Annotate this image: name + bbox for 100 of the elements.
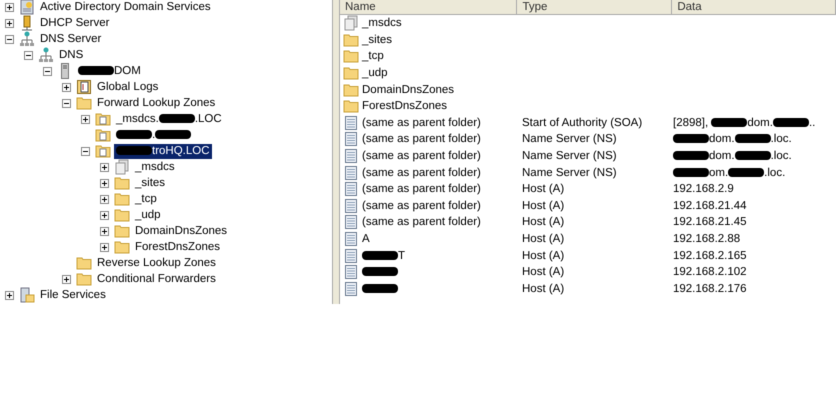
record-data: 192.168.2.9 bbox=[673, 183, 734, 196]
expand-toggle[interactable] bbox=[5, 18, 14, 28]
folder-icon bbox=[114, 239, 130, 255]
expand-toggle[interactable] bbox=[100, 242, 109, 252]
record-data: 192.168.21.44 bbox=[673, 200, 747, 212]
collapse-toggle[interactable] bbox=[62, 98, 71, 108]
collapse-toggle[interactable] bbox=[81, 146, 90, 156]
collapse-toggle[interactable] bbox=[43, 66, 52, 76]
folder-icon bbox=[343, 48, 359, 64]
folder-icon bbox=[95, 127, 111, 143]
record-type: Host (A) bbox=[522, 233, 564, 246]
record-data: dom. .loc. bbox=[673, 133, 792, 146]
record-name[interactable] bbox=[362, 266, 398, 278]
tree-item[interactable]: Global Logs bbox=[95, 80, 160, 94]
tree-item[interactable]: Forward Lookup Zones bbox=[95, 96, 218, 110]
record-data: 192.168.2.176 bbox=[673, 282, 747, 295]
record-name[interactable] bbox=[362, 282, 398, 295]
record-name[interactable]: (same as parent folder) bbox=[362, 200, 481, 212]
record-icon bbox=[343, 214, 359, 230]
folder-icon bbox=[114, 207, 130, 223]
record-name[interactable]: _msdcs bbox=[362, 17, 402, 30]
record-name[interactable]: (same as parent folder) bbox=[362, 133, 481, 146]
tree-item[interactable]: File Services bbox=[38, 288, 108, 302]
expand-toggle[interactable] bbox=[100, 162, 109, 172]
folder-icon bbox=[95, 143, 111, 159]
tree-item[interactable]: DNS bbox=[57, 48, 86, 62]
expand-toggle[interactable] bbox=[5, 290, 14, 300]
expand-toggle[interactable] bbox=[5, 2, 14, 12]
dhcp-icon bbox=[19, 15, 35, 31]
record-icon bbox=[343, 114, 359, 131]
record-name[interactable]: (same as parent folder) bbox=[362, 183, 481, 196]
record-data: 192.168.2.165 bbox=[673, 250, 747, 262]
tree-item[interactable]: ForestDnsZones bbox=[133, 240, 222, 254]
record-name[interactable]: (same as parent folder) bbox=[362, 216, 481, 228]
record-type: Name Server (NS) bbox=[522, 150, 617, 162]
record-name[interactable]: (same as parent folder) bbox=[362, 166, 481, 179]
tree-item[interactable]: _msdcs. .LOC bbox=[114, 112, 224, 126]
record-icon bbox=[343, 231, 359, 248]
tree-item[interactable]: DHCP Server bbox=[38, 16, 112, 30]
network-icon bbox=[38, 47, 54, 63]
tree-item[interactable]: troHQ.LOC bbox=[114, 144, 212, 158]
record-name[interactable]: DomainDnsZones bbox=[362, 84, 454, 96]
record-name[interactable]: (same as parent folder) bbox=[362, 150, 481, 162]
tree-item[interactable]: _msdcs bbox=[133, 160, 177, 174]
record-icon bbox=[343, 198, 359, 214]
record-name[interactable]: _udp bbox=[362, 67, 388, 80]
expand-toggle[interactable] bbox=[100, 226, 109, 236]
tree-item[interactable]: Conditional Forwarders bbox=[95, 272, 218, 286]
document-icon bbox=[114, 159, 130, 175]
record-data: 192.168.2.88 bbox=[673, 233, 740, 246]
record-type: Host (A) bbox=[522, 250, 564, 262]
record-name[interactable]: A bbox=[362, 233, 370, 246]
record-icon bbox=[343, 248, 359, 264]
expand-toggle[interactable] bbox=[100, 194, 109, 204]
collapse-toggle[interactable] bbox=[24, 50, 33, 60]
column-header[interactable]: Data bbox=[672, 0, 836, 14]
record-name[interactable]: (same as parent folder) bbox=[362, 116, 481, 129]
record-type: Start of Authority (SOA) bbox=[522, 116, 642, 129]
tree-item[interactable]: . bbox=[114, 128, 194, 142]
tree-item[interactable]: DNS Server bbox=[38, 32, 104, 46]
expand-toggle[interactable] bbox=[100, 178, 109, 188]
expand-toggle[interactable] bbox=[62, 274, 71, 284]
folder-icon bbox=[343, 32, 359, 48]
network-icon bbox=[19, 31, 35, 47]
record-icon bbox=[343, 181, 359, 198]
expand-toggle[interactable] bbox=[100, 210, 109, 220]
expand-toggle[interactable] bbox=[81, 114, 90, 124]
folder-icon bbox=[343, 82, 359, 98]
tree-item[interactable]: DOM bbox=[76, 64, 143, 78]
log-book-icon bbox=[76, 79, 92, 95]
tree-item[interactable]: _tcp bbox=[133, 192, 159, 206]
tree-item[interactable]: DomainDnsZones bbox=[133, 224, 230, 238]
record-data: om. .loc. bbox=[673, 166, 786, 179]
record-icon bbox=[343, 131, 359, 148]
record-type: Host (A) bbox=[522, 282, 564, 295]
record-icon bbox=[343, 264, 359, 280]
column-header[interactable]: Type bbox=[517, 0, 672, 14]
record-data: 192.168.2.102 bbox=[673, 266, 747, 278]
record-icon bbox=[343, 164, 359, 181]
record-name[interactable]: _sites bbox=[362, 34, 392, 46]
collapse-toggle[interactable] bbox=[5, 34, 14, 44]
column-header[interactable]: Name bbox=[340, 0, 518, 14]
expand-toggle[interactable] bbox=[62, 82, 71, 92]
record-data: 192.168.21.45 bbox=[673, 216, 747, 228]
folder-icon bbox=[343, 65, 359, 82]
record-name[interactable]: ForestDnsZones bbox=[362, 100, 448, 112]
record-name[interactable]: _tcp bbox=[362, 50, 384, 62]
record-data: [2898], dom. .. bbox=[673, 116, 816, 129]
tree-item[interactable]: Active Directory Domain Services bbox=[38, 0, 213, 14]
tree-item[interactable]: _sites bbox=[133, 176, 168, 190]
folder-icon bbox=[76, 95, 92, 111]
record-data: dom. .loc. bbox=[673, 150, 792, 162]
folder-icon bbox=[114, 175, 130, 191]
document-icon bbox=[343, 15, 359, 32]
record-type: Host (A) bbox=[522, 216, 564, 228]
file-server-icon bbox=[19, 287, 35, 303]
tree-item[interactable]: _udp bbox=[133, 208, 163, 222]
tree-item[interactable]: Reverse Lookup Zones bbox=[95, 256, 218, 270]
record-type: Host (A) bbox=[522, 266, 564, 278]
server-roles-icon bbox=[19, 0, 35, 15]
